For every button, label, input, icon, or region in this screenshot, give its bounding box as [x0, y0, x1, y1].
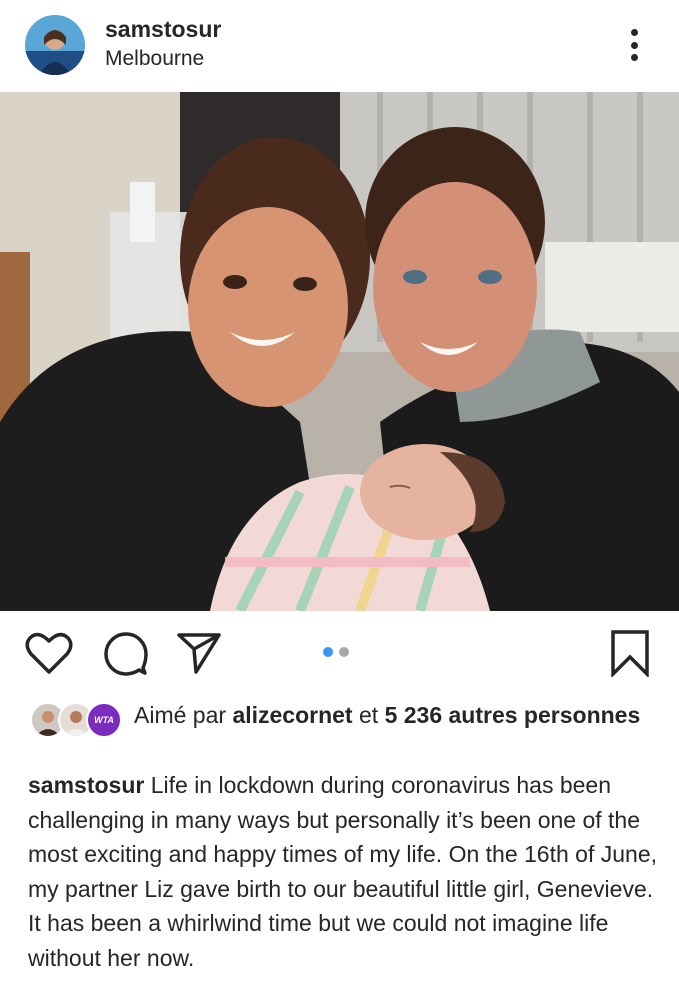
- avatar[interactable]: [25, 15, 85, 75]
- carousel-dot-active: [323, 647, 333, 657]
- comment-icon[interactable]: [102, 631, 148, 677]
- post-header: samstosur Melbourne: [0, 0, 679, 92]
- caption-text: Life in lockdown during coronavirus has …: [28, 772, 657, 971]
- liker-avatars[interactable]: WTA: [30, 702, 122, 738]
- carousel-dot: [339, 647, 349, 657]
- likes-row: WTA Aimé par alizecornet et 5 236 autres…: [0, 698, 679, 760]
- post-username[interactable]: samstosur: [105, 16, 221, 43]
- carousel-indicator: [323, 647, 349, 657]
- likes-conjunction: et: [358, 702, 379, 728]
- other-likers-link[interactable]: 5 236 autres personnes: [385, 702, 641, 728]
- avatar-image: [25, 15, 85, 75]
- post-caption: samstosur Life in lockdown during corona…: [28, 768, 658, 975]
- dot: [630, 29, 638, 36]
- dot: [630, 41, 638, 49]
- heart-icon[interactable]: [25, 631, 73, 675]
- wta-badge-text: WTA: [94, 715, 114, 725]
- post-location[interactable]: Melbourne: [105, 47, 204, 71]
- caption-username[interactable]: samstosur: [28, 772, 144, 798]
- bookmark-icon[interactable]: [610, 629, 650, 677]
- likes-prefix: Aimé par: [134, 702, 227, 728]
- first-liker-link[interactable]: alizecornet: [232, 702, 352, 728]
- photo-illustration: [0, 92, 679, 611]
- send-icon[interactable]: [176, 631, 222, 675]
- likes-text[interactable]: Aimé par alizecornet et 5 236 autres per…: [134, 700, 654, 731]
- wta-badge-icon: WTA: [86, 702, 122, 738]
- dot: [630, 54, 638, 61]
- post-photo[interactable]: [0, 92, 679, 611]
- more-options-icon[interactable]: [620, 25, 648, 65]
